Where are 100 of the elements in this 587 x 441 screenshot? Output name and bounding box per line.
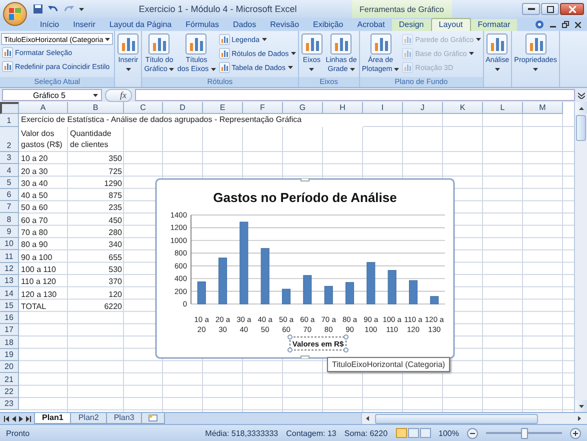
bar-chart-icon <box>402 34 414 45</box>
column-header[interactable]: F <box>243 102 283 114</box>
ribbon-tab[interactable]: Início <box>33 19 66 31</box>
bar[interactable] <box>240 222 248 304</box>
select-all-button[interactable] <box>0 102 19 114</box>
bar[interactable] <box>430 296 439 304</box>
ribbon-tab[interactable]: Dados <box>226 19 264 31</box>
bar-chart-icon <box>218 62 230 73</box>
ribbon-tab[interactable]: Inserir <box>66 19 102 31</box>
scroll-thumb[interactable] <box>375 414 538 424</box>
row-header[interactable]: 14 <box>0 287 19 300</box>
bar-chart-icon <box>524 33 547 55</box>
office-button[interactable] <box>3 2 27 26</box>
status-average: Média: 518,3333333 <box>205 428 278 438</box>
last-sheet-icon[interactable] <box>26 416 31 422</box>
row-header[interactable]: 15 <box>0 300 19 312</box>
save-icon[interactable] <box>33 4 43 14</box>
column-header[interactable]: M <box>523 102 563 114</box>
column-header[interactable]: G <box>283 102 323 114</box>
row-header[interactable]: 2 <box>0 127 19 152</box>
vertical-scrollbar[interactable] <box>574 102 587 412</box>
column-header[interactable]: H <box>323 102 363 114</box>
table-cell-text: 340 <box>108 239 123 250</box>
column-header[interactable]: J <box>403 102 443 114</box>
sheet-tab[interactable]: Plan3 <box>106 413 142 424</box>
name-box[interactable]: Gráfico 5 <box>2 89 102 101</box>
ribbon-tab[interactable]: Exibição <box>306 19 350 31</box>
column-header[interactable]: I <box>363 102 403 114</box>
row-header[interactable]: 17 <box>0 324 19 336</box>
ribbon-tab[interactable]: Revisão <box>263 19 306 31</box>
ribbon-tab[interactable]: Formatar <box>470 19 518 31</box>
next-sheet-icon[interactable] <box>19 416 23 422</box>
caret-icon <box>105 38 110 40</box>
help-icon[interactable] <box>535 20 544 29</box>
row-header[interactable]: 1 <box>0 114 19 127</box>
scroll-thumb[interactable] <box>576 115 586 141</box>
close-button[interactable] <box>560 3 584 15</box>
bar[interactable] <box>197 282 206 304</box>
maximize-button[interactable] <box>541 3 559 15</box>
column-header[interactable]: K <box>443 102 483 114</box>
column-header[interactable]: D <box>163 102 203 114</box>
row-header[interactable]: 6 <box>0 188 19 202</box>
close-icon[interactable] <box>575 22 581 28</box>
row-header[interactable]: 10 <box>0 238 19 250</box>
column-header[interactable]: B <box>68 102 124 114</box>
row-header[interactable]: 22 <box>0 386 19 398</box>
sheet-tab[interactable]: Plan1 <box>34 413 72 424</box>
ribbon-tab[interactable]: Design <box>392 19 431 31</box>
bar[interactable] <box>388 270 396 304</box>
bar[interactable] <box>366 262 376 304</box>
row-header[interactable]: 23 <box>0 398 19 410</box>
insert-function-button[interactable]: fx <box>105 88 132 102</box>
bar[interactable] <box>303 275 312 304</box>
row-header[interactable]: 11 <box>0 250 19 263</box>
row-header[interactable]: 19 <box>0 348 19 362</box>
column-header[interactable]: E <box>203 102 243 114</box>
expand-icon[interactable] <box>578 92 585 98</box>
bar[interactable] <box>408 280 418 304</box>
row-header[interactable]: 8 <box>0 213 19 226</box>
ribbon-tab[interactable]: Fórmulas <box>178 19 226 31</box>
row-header[interactable]: 4 <box>0 164 19 177</box>
table-cell-text: 655 <box>108 252 123 263</box>
undo-icon[interactable] <box>47 4 59 14</box>
bar[interactable] <box>324 286 333 304</box>
row-header[interactable]: 13 <box>0 274 19 288</box>
new-sheet-button[interactable] <box>141 413 166 424</box>
column-header[interactable]: L <box>483 102 523 114</box>
minimize-button[interactable] <box>522 3 540 15</box>
sheet-tab[interactable]: Plan2 <box>70 413 107 424</box>
row-header[interactable]: 16 <box>0 312 19 324</box>
row-header[interactable]: 20 <box>0 361 19 374</box>
row-header[interactable]: 18 <box>0 336 19 349</box>
bar[interactable] <box>345 282 354 304</box>
left-arrow-icon[interactable] <box>366 416 369 421</box>
column-header[interactable]: C <box>124 102 163 114</box>
zoom-out-button[interactable] <box>467 428 478 438</box>
row-header[interactable]: 3 <box>0 152 19 164</box>
bar[interactable] <box>260 248 270 304</box>
column-header[interactable]: A <box>19 102 68 114</box>
restore-icon[interactable] <box>562 21 569 28</box>
bar[interactable] <box>282 288 291 304</box>
row-header[interactable]: 5 <box>0 176 19 189</box>
scroll-up-button[interactable] <box>575 102 587 114</box>
row-header[interactable]: 7 <box>0 201 19 214</box>
zoom-in-button[interactable] <box>570 428 581 438</box>
first-sheet-icon[interactable] <box>4 416 9 422</box>
slider-thumb[interactable] <box>521 428 528 439</box>
previous-sheet-icon[interactable] <box>12 416 16 422</box>
formula-input[interactable] <box>134 89 575 101</box>
bar-chart-icon <box>402 62 414 73</box>
scroll-down-button[interactable] <box>575 400 587 412</box>
ribbon-tab[interactable]: Layout <box>430 18 471 31</box>
row-header[interactable]: 12 <box>0 262 19 275</box>
horizontal-scrollbar[interactable] <box>361 413 587 424</box>
row-header[interactable]: 21 <box>0 373 19 386</box>
row-header[interactable]: 9 <box>0 226 19 238</box>
ribbon-tab[interactable]: Acrobat <box>350 19 392 31</box>
bar[interactable] <box>218 258 228 304</box>
ribbon-tab[interactable]: Layout da Página <box>102 19 179 31</box>
right-arrow-icon[interactable] <box>578 416 581 421</box>
